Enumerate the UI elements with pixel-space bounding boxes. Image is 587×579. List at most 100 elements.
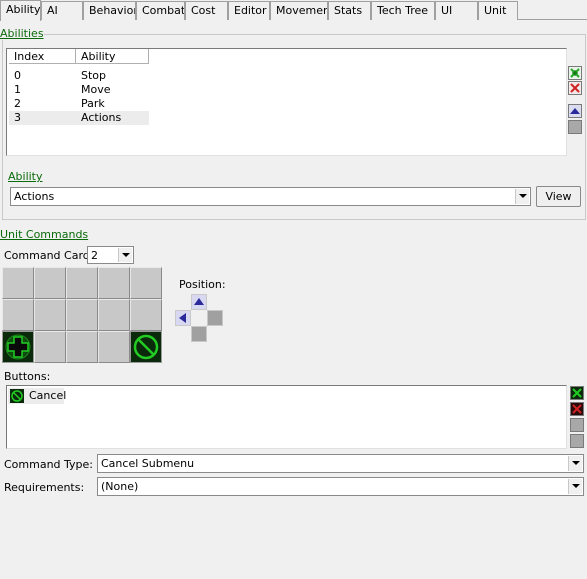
buttons-list[interactable]: Cancel <box>6 385 567 449</box>
tab-stats[interactable]: Stats <box>328 1 371 20</box>
command-slot[interactable] <box>34 267 66 299</box>
tab-label: UI <box>441 4 453 17</box>
cancel-icon <box>131 332 161 362</box>
chevron-down-icon[interactable] <box>568 479 582 494</box>
abilities-group-label: Abilities <box>0 27 44 40</box>
arrow-up-icon <box>194 298 204 305</box>
command-slot[interactable] <box>98 267 130 299</box>
command-card-select[interactable]: 2 <box>87 246 134 264</box>
command-slot[interactable] <box>66 299 98 331</box>
buttons-label: Buttons: <box>4 370 51 383</box>
tab-cost[interactable]: Cost <box>185 1 228 20</box>
move-down-button[interactable] <box>570 434 584 448</box>
ability-field-label: Ability <box>8 170 43 183</box>
view-button[interactable]: View <box>536 186 581 207</box>
command-slot[interactable] <box>98 299 130 331</box>
move-down-button[interactable] <box>568 120 582 134</box>
row-ability: Park <box>81 97 105 110</box>
ability-select[interactable]: Actions <box>10 187 531 206</box>
cancel-icon <box>10 389 24 403</box>
tab-label: Editor <box>234 4 267 17</box>
tab-label: Combat <box>142 4 185 17</box>
requirements-label: Requirements: <box>4 481 85 494</box>
move-command-icon <box>3 332 33 362</box>
unit-commands-label: Unit Commands <box>0 228 89 241</box>
position-center <box>191 310 207 326</box>
tab-label: Cost <box>191 4 216 17</box>
position-left-button[interactable] <box>175 310 191 326</box>
list-item[interactable]: 0 Stop <box>9 69 149 83</box>
command-slot[interactable] <box>66 267 98 299</box>
tab-label: Behavior <box>89 4 136 17</box>
position-label: Position: <box>179 278 226 291</box>
position-right-button[interactable] <box>207 310 223 326</box>
move-up-button[interactable] <box>568 104 582 118</box>
move-up-icon <box>569 105 581 117</box>
tab-label: Ability <box>6 3 41 16</box>
button-item-label: Cancel <box>29 389 67 402</box>
command-type-value: Cancel Submenu <box>101 457 195 470</box>
tab-tech-tree[interactable]: Tech Tree <box>371 1 435 20</box>
tab-label: Stats <box>334 4 363 17</box>
abilities-list[interactable]: Index Ability 0 Stop 1 Move 2 Park 3 Act… <box>6 48 567 156</box>
tab-label: Unit <box>484 4 507 17</box>
tab-unit[interactable]: Unit <box>478 1 518 20</box>
command-card-label: Command Card: <box>4 249 94 262</box>
command-slot[interactable] <box>2 267 34 299</box>
row-index: 2 <box>14 97 21 110</box>
tab-label: AI <box>47 4 58 17</box>
tab-label: Movement <box>276 4 327 17</box>
tab-ai[interactable]: AI <box>41 1 83 20</box>
chevron-down-icon[interactable] <box>515 189 529 204</box>
command-slot[interactable] <box>66 331 98 363</box>
command-slot[interactable] <box>2 299 34 331</box>
row-ability: Actions <box>81 111 122 124</box>
column-header-ability[interactable]: Ability <box>76 49 149 64</box>
tab-ui[interactable]: UI <box>435 1 478 20</box>
requirements-select[interactable]: (None) <box>97 477 584 496</box>
tab-editor[interactable]: Editor <box>228 1 270 20</box>
row-index: 1 <box>14 83 21 96</box>
add-icon <box>569 67 581 79</box>
ability-select-value: Actions <box>14 190 55 203</box>
tab-behavior[interactable]: Behavior <box>83 1 136 20</box>
chevron-down-icon[interactable] <box>118 248 132 262</box>
command-slot[interactable] <box>130 299 162 331</box>
command-slot[interactable] <box>34 299 66 331</box>
row-index: 0 <box>14 69 21 82</box>
row-ability: Move <box>81 83 111 96</box>
list-item-selected[interactable]: 3 Actions <box>9 111 149 125</box>
add-button-button[interactable] <box>570 386 584 400</box>
move-down-icon <box>569 121 581 133</box>
position-down-button[interactable] <box>191 326 207 342</box>
add-icon <box>571 387 583 399</box>
command-card-value: 2 <box>91 249 98 262</box>
add-ability-button[interactable] <box>568 66 582 80</box>
tab-bar: Ability AI Behavior Combat Cost Editor M… <box>0 0 587 21</box>
row-ability: Stop <box>81 69 107 82</box>
command-slot[interactable] <box>34 331 66 363</box>
move-up-button[interactable] <box>570 418 584 432</box>
list-item[interactable]: 1 Move <box>9 83 149 97</box>
command-slot-move[interactable] <box>2 331 34 363</box>
command-type-select[interactable]: Cancel Submenu <box>97 454 584 473</box>
requirements-value: (None) <box>101 480 139 493</box>
tab-movement[interactable]: Movement <box>270 1 328 20</box>
remove-ability-button[interactable] <box>568 81 582 95</box>
list-item-selected[interactable]: Cancel <box>8 388 67 404</box>
command-slot[interactable] <box>98 331 130 363</box>
tab-combat[interactable]: Combat <box>136 1 185 20</box>
arrow-left-icon <box>179 313 186 323</box>
command-slot[interactable] <box>130 267 162 299</box>
position-up-button[interactable] <box>191 294 207 310</box>
command-slot-cancel[interactable] <box>130 331 162 363</box>
remove-button-button[interactable] <box>570 402 584 416</box>
chevron-down-icon[interactable] <box>568 456 582 471</box>
remove-icon <box>571 403 583 415</box>
tab-ability[interactable]: Ability <box>0 0 41 21</box>
row-index: 3 <box>14 111 21 124</box>
remove-icon <box>569 82 581 94</box>
column-header-index[interactable]: Index <box>9 49 76 64</box>
list-item[interactable]: 2 Park <box>9 97 149 111</box>
command-type-label: Command Type: <box>4 458 94 471</box>
